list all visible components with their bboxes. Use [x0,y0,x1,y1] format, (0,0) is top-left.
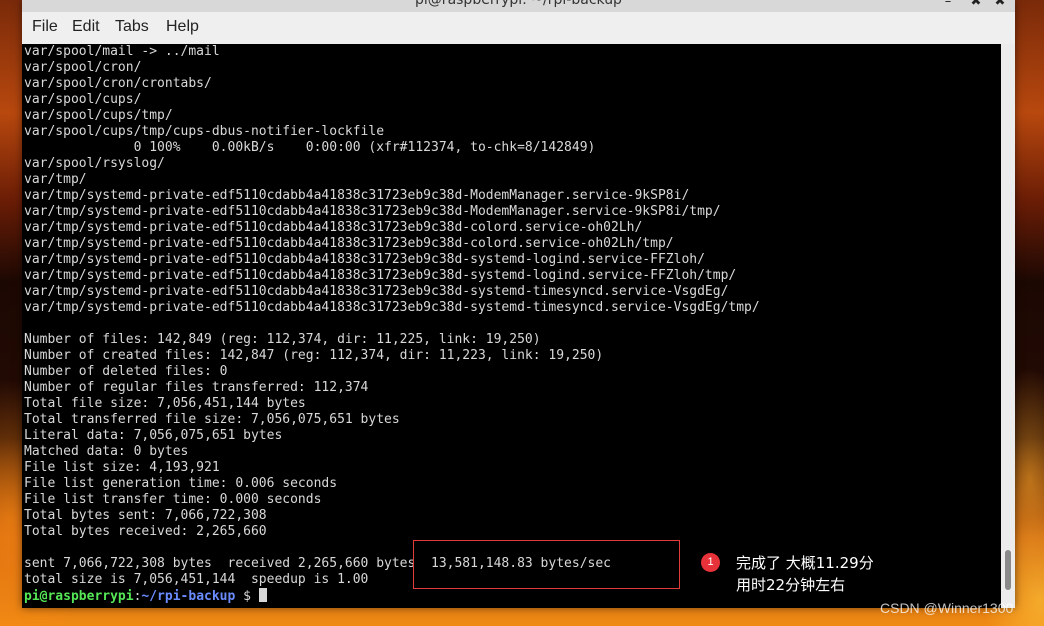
annotation-badge: 1 [701,553,720,572]
scrollbar[interactable] [1001,44,1015,608]
maximize-icon[interactable]: ✖ [967,0,985,9]
terminal-line: Total bytes received: 2,265,660 [24,524,267,539]
annotation-line-2: 用时22分钟左右 [736,576,846,594]
terminal-line: var/spool/cron/ [24,60,142,75]
annotation-line-1: 完成了 大概11.29分 [736,554,874,572]
terminal-line: var/tmp/systemd-private-edf5110cdabb4a41… [24,252,705,267]
terminal-line: Literal data: 7,056,075,651 bytes [24,428,283,443]
scrollbar-thumb[interactable] [1005,550,1011,590]
terminal-line: Number of regular files transferred: 112… [24,380,369,395]
terminal-line: var/tmp/ [24,172,87,187]
terminal-line: var/tmp/systemd-private-edf5110cdabb4a41… [24,268,737,283]
terminal-line: Matched data: 0 bytes [24,444,189,459]
watermark: CSDN @Winner1300 [880,600,1014,616]
terminal-line: var/tmp/systemd-private-edf5110cdabb4a41… [24,284,729,299]
terminal-line: var/tmp/systemd-private-edf5110cdabb4a41… [24,204,721,219]
text-cursor [258,588,267,602]
terminal-line: var/tmp/systemd-private-edf5110cdabb4a41… [24,188,690,203]
terminal-output[interactable]: var/spool/mail -> ../mail var/spool/cron/… [22,44,1001,608]
terminal-line: var/spool/cups/tmp/ [24,108,173,123]
close-icon[interactable]: ✖ [991,0,1009,9]
terminal-line: var/spool/cups/ [24,92,142,107]
terminal-line: Number of deleted files: 0 [24,364,228,379]
title-bar[interactable]: pi@raspberrypi: ~/rpi-backup – ✖ ✖ [22,0,1015,12]
terminal-line: var/spool/cups/tmp/cups-dbus-notifier-lo… [24,124,385,139]
menu-file[interactable]: File [32,18,58,36]
menu-help[interactable]: Help [166,18,199,36]
terminal-line: Total file size: 7,056,451,144 bytes [24,396,306,411]
menu-edit[interactable]: Edit [72,18,100,36]
prompt-symbol: $ [235,589,259,604]
highlight-box [413,540,680,589]
minimize-icon[interactable]: – [939,0,957,9]
menu-bar: File Edit Tabs Help [22,12,1015,44]
terminal-line: Total bytes sent: 7,066,722,308 [24,508,267,523]
menu-tabs[interactable]: Tabs [115,18,149,36]
terminal-line: Total transferred file size: 7,056,075,6… [24,412,400,427]
terminal-text: var/spool/mail -> ../mail var/spool/cron/… [24,44,760,604]
terminal-line: File list generation time: 0.006 seconds [24,476,338,491]
terminal-line: var/tmp/systemd-private-edf5110cdabb4a41… [24,236,674,251]
terminal-line: 0 100% 0.00kB/s 0:00:00 (xfr#112374, to-… [24,140,596,155]
terminal-line: Number of files: 142,849 (reg: 112,374, … [24,332,541,347]
annotation-text: 完成了 大概11.29分 用时22分钟左右 [736,552,874,596]
prompt-user: pi@raspberrypi [24,589,134,604]
window-title: pi@raspberrypi: ~/rpi-backup [415,0,622,8]
terminal-line: var/tmp/systemd-private-edf5110cdabb4a41… [24,300,760,315]
terminal-line: File list transfer time: 0.000 seconds [24,492,322,507]
terminal-line: var/spool/mail -> ../mail [24,44,220,59]
terminal-line: Number of created files: 142,847 (reg: 1… [24,348,604,363]
terminal-line: var/spool/cron/crontabs/ [24,76,212,91]
terminal-line: var/tmp/systemd-private-edf5110cdabb4a41… [24,220,643,235]
prompt-line: pi@raspberrypi:~/rpi-backup $ [24,588,760,604]
terminal-line: var/spool/rsyslog/ [24,156,165,171]
terminal-line: File list size: 4,193,921 [24,460,220,475]
prompt-path: ~/rpi-backup [141,589,236,604]
terminal-window[interactable]: pi@raspberrypi: ~/rpi-backup – ✖ ✖ File … [22,0,1015,608]
